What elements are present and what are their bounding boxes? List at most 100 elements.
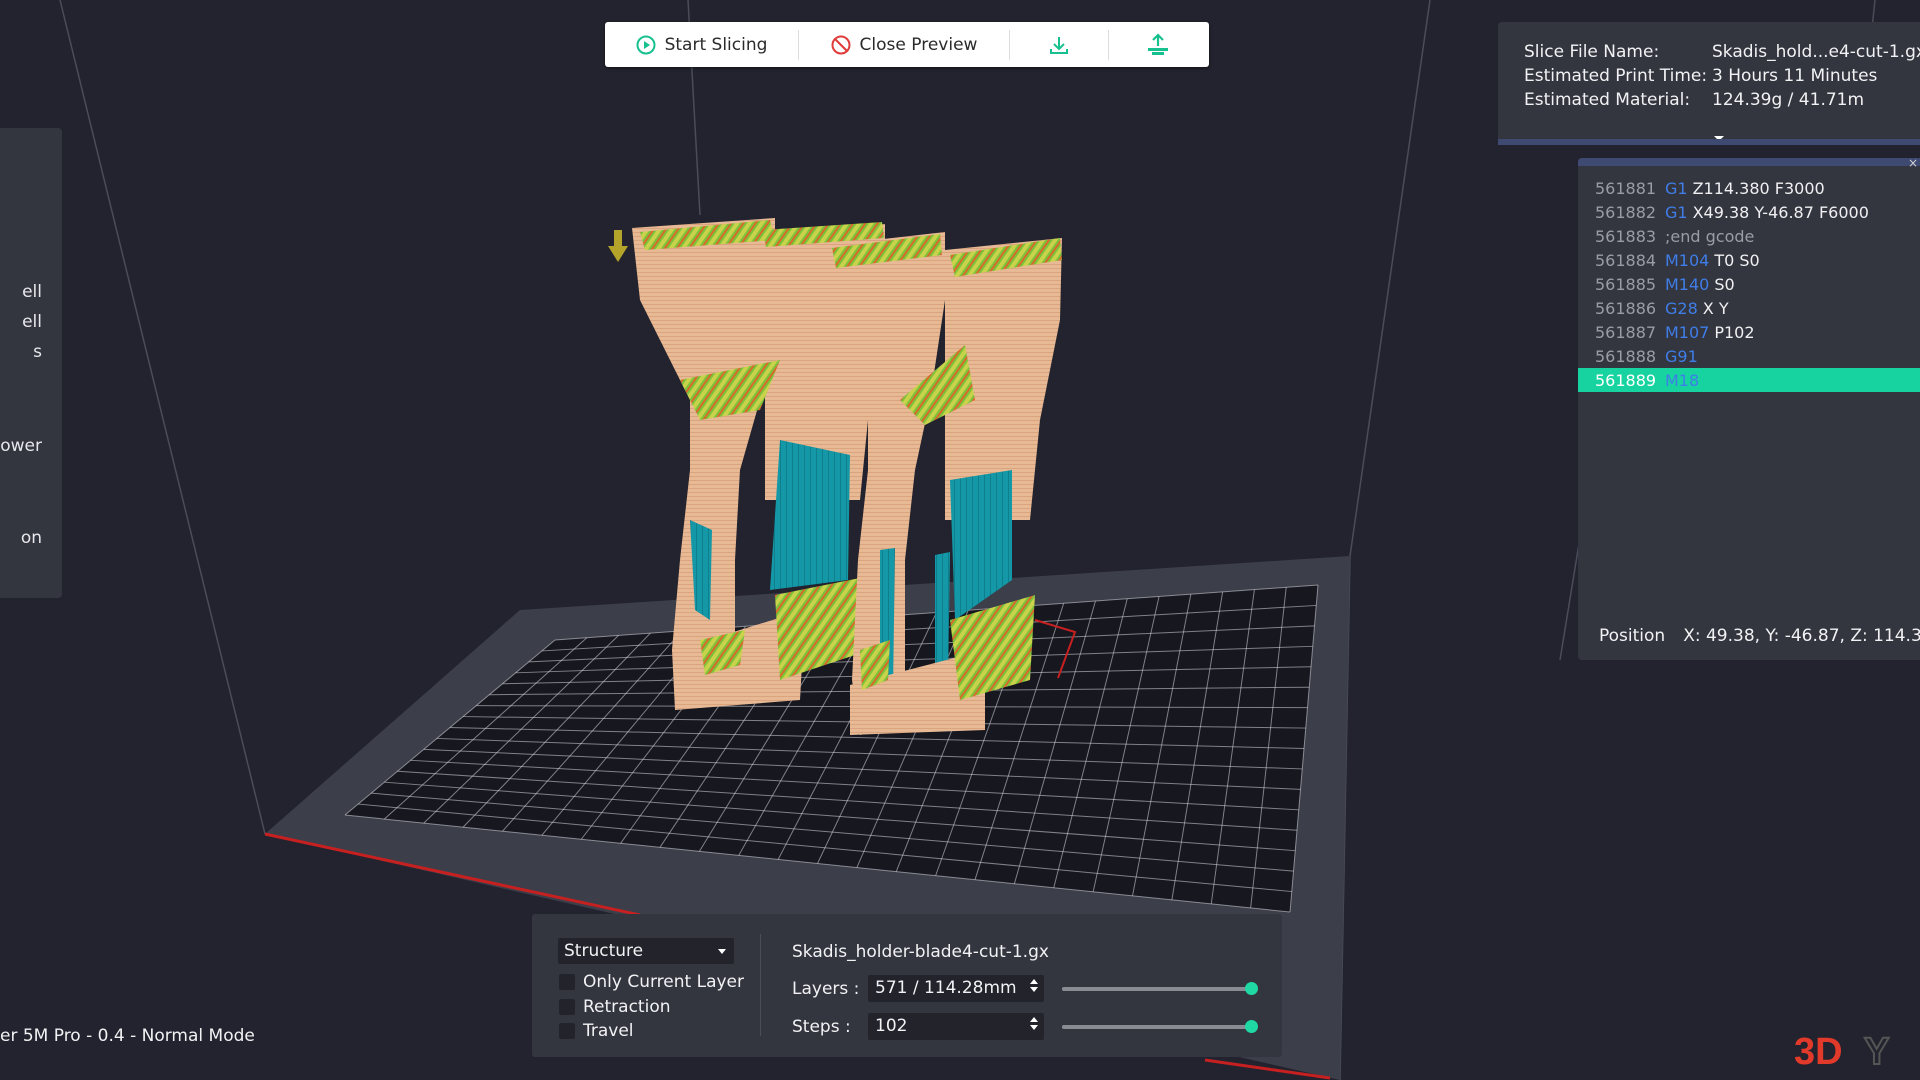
gcode-line-number: 561885 [1595,274,1657,294]
slice-file-name-value: Skadis_hold...e4-cut-1.gx [1712,42,1920,62]
slider-handle[interactable] [1245,982,1258,995]
retraction-label: Retraction [583,997,671,1017]
gcode-line-number: 561881 [1595,178,1657,198]
gcode-command: G91 [1665,346,1698,366]
gcode-line[interactable]: 561889 M18 [1578,368,1920,392]
download-icon [1050,36,1068,54]
gcode-line-number: 561882 [1595,202,1657,222]
checkbox-box[interactable] [559,1023,575,1039]
gcode-arguments: T0 S0 [1714,250,1760,270]
export-gcode-button[interactable] [1010,22,1108,67]
gcode-line[interactable]: 561881 G1 Z114.380 F3000 [1578,176,1920,200]
spin-arrows-icon[interactable] [1030,1017,1038,1030]
left-panel-item[interactable]: on [21,528,42,548]
print-time-label: Estimated Print Time: [1524,66,1708,86]
material-row: Estimated Material: 124.39g / 41.71m [1524,90,1864,110]
nozzle-position-marker [608,230,628,262]
close-icon[interactable]: × [1908,158,1918,170]
top-toolbar: Start Slicing Close Preview [605,22,1209,67]
view-mode-value: Structure [564,941,644,961]
svg-text:Y: Y [1864,1031,1889,1073]
gcode-command: G28 [1665,298,1698,318]
gcode-line-number: 561883 [1595,226,1657,246]
svg-text:3D: 3D [1794,1031,1843,1073]
play-icon [636,35,656,54]
layers-spinbox[interactable]: 571 / 114.28mm [868,975,1044,1002]
slice-info-panel: Slice File Name: Skadis_hold...e4-cut-1.g… [1498,22,1920,145]
print-time-value: 3 Hours 11 Minutes [1712,66,1878,86]
gcode-line[interactable]: 561888 G91 [1578,344,1920,368]
gcode-command: G1 [1665,178,1688,198]
left-panel-item[interactable]: s [33,342,42,362]
steps-spinbox[interactable]: 102 [868,1013,1044,1040]
gcode-line[interactable]: 561887 M107 P102 [1578,320,1920,344]
spin-arrows-icon[interactable] [1030,979,1038,992]
material-value: 124.39g / 41.71m [1712,90,1865,110]
close-preview-button[interactable]: Close Preview [799,22,1009,67]
preview-controls-panel: Structure Only Current Layer Retraction … [532,914,1282,1057]
position-label: Position [1599,626,1666,646]
panel-divider [760,934,761,1036]
gcode-line-number: 561887 [1595,322,1657,342]
position-readout: Position X: 49.38, Y: -46.87, Z: 114.38 [1599,626,1920,646]
brand-watermark-logo: 3D Y [1794,1030,1890,1074]
steps-value: 102 [875,1016,908,1036]
send-to-printer-icon [1148,32,1168,55]
layers-slider[interactable] [1062,982,1258,995]
start-slicing-label: Start Slicing [664,34,768,55]
gcode-arguments: Z114.380 F3000 [1692,178,1825,198]
checkbox-box[interactable] [559,974,575,990]
panel-divider [1498,139,1920,145]
travel-checkbox[interactable]: Travel [559,1021,634,1041]
gcode-line[interactable]: 561883 ;end gcode [1578,224,1920,248]
gcode-command: M18 [1665,370,1700,390]
gcode-command: G1 [1665,202,1688,222]
gcode-command: M107 [1665,322,1710,342]
slider-fill [1062,987,1252,991]
steps-slider[interactable] [1062,1020,1258,1033]
chevron-down-icon [718,949,726,954]
gcode-line-number: 561884 [1595,250,1657,270]
gcode-arguments: X Y [1702,298,1729,318]
gcode-line[interactable]: 561885 M140 S0 [1578,272,1920,296]
only-current-layer-label: Only Current Layer [583,972,744,992]
close-preview-label: Close Preview [859,34,978,55]
steps-label: Steps : [792,1017,851,1037]
gcode-arguments: S0 [1714,274,1735,294]
gcode-panel: × 561881 G1 Z114.380 F3000 561882 G1 X49.38 Y… [1578,158,1920,660]
view-mode-select[interactable]: Structure [558,938,734,964]
slider-handle[interactable] [1245,1020,1258,1033]
material-label: Estimated Material: [1524,90,1691,110]
gcode-command: M140 [1665,274,1710,294]
gcode-line-number: 561888 [1595,346,1657,366]
gcode-command: M104 [1665,250,1710,270]
panel-divider [1578,158,1920,166]
start-slicing-button[interactable]: Start Slicing [605,22,798,67]
checkbox-box[interactable] [559,999,575,1015]
print-time-row: Estimated Print Time: 3 Hours 11 Minutes [1524,66,1877,86]
slider-fill [1062,1025,1252,1029]
gcode-line[interactable]: 561882 G1 X49.38 Y-46.87 F6000 [1578,200,1920,224]
left-panel-item[interactable]: ower [0,436,42,456]
retraction-checkbox[interactable]: Retraction [559,997,671,1017]
only-current-layer-checkbox[interactable]: Only Current Layer [559,972,744,992]
send-to-printer-button[interactable] [1109,22,1207,67]
layers-label: Layers : [792,979,860,999]
gcode-line[interactable]: 561884 M104 T0 S0 [1578,248,1920,272]
slice-file-name-label: Slice File Name: [1524,42,1660,62]
prohibited-icon [831,35,851,54]
gcode-line-number: 561886 [1595,298,1657,318]
left-settings-panel: ell ell s ower on [0,128,62,598]
gcode-arguments: P102 [1714,322,1755,342]
gcode-comment: ;end gcode [1665,226,1755,246]
gcode-line[interactable]: 561886 G28 X Y [1578,296,1920,320]
preview-file-name: Skadis_holder-blade4-cut-1.gx [792,942,1049,962]
left-panel-item[interactable]: ell [22,312,42,332]
position-value: X: 49.38, Y: -46.87, Z: 114.38 [1683,626,1920,646]
slice-file-name-row: Slice File Name: Skadis_hold...e4-cut-1.g… [1524,42,1920,62]
left-panel-item[interactable]: ell [22,282,42,302]
sliced-model-right [830,232,1062,735]
travel-label: Travel [583,1021,634,1041]
printer-profile-status: er 5M Pro - 0.4 - Normal Mode [0,1026,255,1046]
layers-value: 571 / 114.28mm [875,978,1017,998]
